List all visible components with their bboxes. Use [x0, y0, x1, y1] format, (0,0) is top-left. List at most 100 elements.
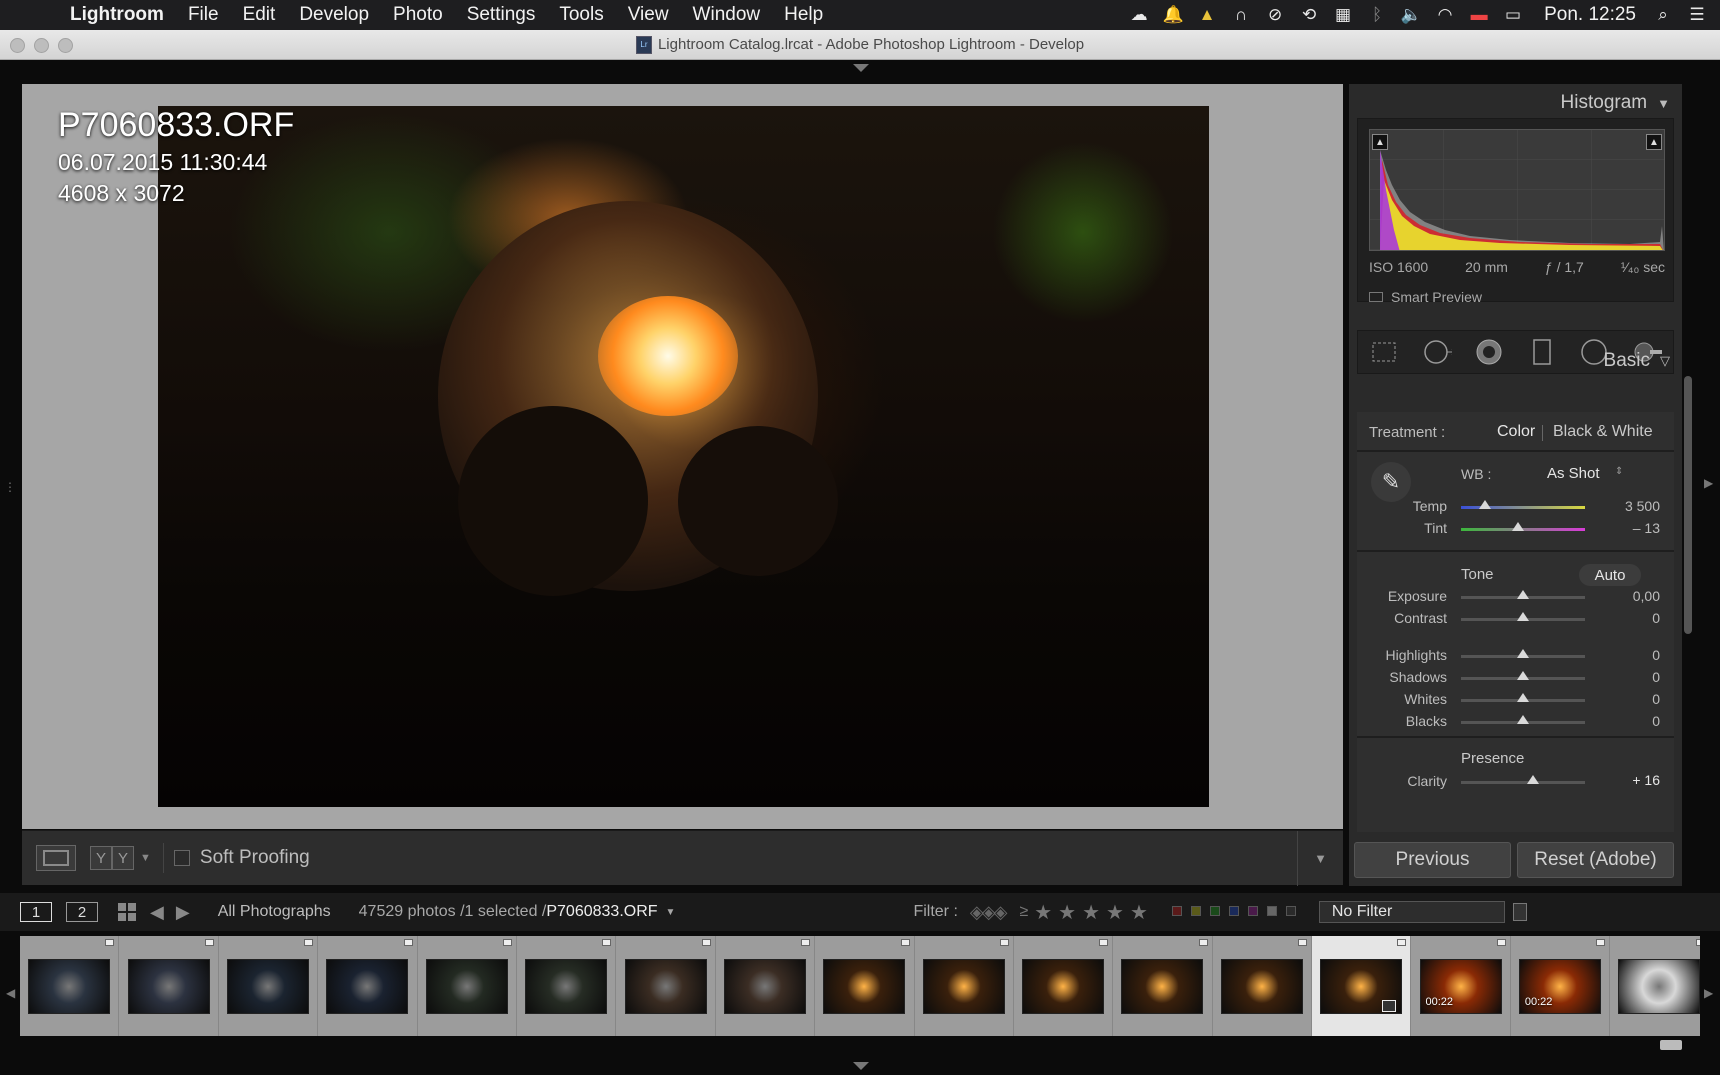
bell-yellow-icon[interactable]: ▲: [1196, 4, 1218, 26]
soft-proofing-label[interactable]: Soft Proofing: [200, 847, 310, 869]
treatment-color-button[interactable]: Color: [1497, 423, 1535, 441]
battery-icon[interactable]: ▭: [1502, 4, 1524, 26]
menu-settings[interactable]: Settings: [467, 4, 536, 26]
menu-help[interactable]: Help: [784, 4, 823, 26]
wifi-icon[interactable]: ◠: [1434, 4, 1456, 26]
wb-dropdown-chevron-icon[interactable]: ⇕: [1615, 466, 1623, 477]
rating-filter-stars[interactable]: ★★★★★: [1034, 900, 1154, 925]
shadows-slider-thumb[interactable]: [1517, 671, 1529, 680]
filmstrip[interactable]: 00:22 00:22: [20, 936, 1700, 1036]
filmstrip-thumbnail[interactable]: [417, 936, 517, 1036]
filmstrip-scroll-left-icon[interactable]: ◀: [6, 986, 15, 1000]
expand-left-panel-icon[interactable]: ⋮: [4, 480, 16, 494]
shadows-value[interactable]: 0: [1652, 669, 1660, 685]
menu-view[interactable]: View: [628, 4, 669, 26]
treatment-bw-button[interactable]: Black & White: [1553, 423, 1653, 441]
collapse-bottom-panel-icon[interactable]: [853, 1062, 869, 1070]
grid-view-icon[interactable]: [118, 903, 136, 921]
battery-meter-icon[interactable]: ▦: [1332, 4, 1354, 26]
expand-right-panel-icon[interactable]: ▶: [1704, 476, 1713, 490]
before-after-toggle[interactable]: Y Y: [90, 846, 134, 870]
menu-app-name[interactable]: Lightroom: [70, 4, 164, 26]
secondary-display-button[interactable]: 2: [66, 902, 98, 922]
filmstrip-thumbnail[interactable]: [1212, 936, 1313, 1036]
filmstrip-thumbnail[interactable]: [516, 936, 617, 1036]
thumbnail-flag-icon[interactable]: [900, 939, 910, 946]
time-machine-icon[interactable]: ⟲: [1298, 4, 1320, 26]
temp-value[interactable]: 3 500: [1625, 498, 1660, 514]
histogram-graph[interactable]: ▲ ▲: [1369, 129, 1665, 251]
wb-preset-dropdown[interactable]: As Shot: [1547, 465, 1600, 482]
clarity-value[interactable]: + 16: [1632, 772, 1660, 788]
filmstrip-thumbnail[interactable]: [1610, 936, 1700, 1036]
close-window-button[interactable]: [10, 38, 25, 53]
filmstrip-current-file[interactable]: P7060833.ORF: [546, 903, 657, 921]
primary-display-button[interactable]: 1: [20, 902, 52, 922]
notification-center-icon[interactable]: ☰: [1686, 4, 1708, 26]
forward-arrow-icon[interactable]: ▶: [176, 902, 190, 923]
spotlight-search-icon[interactable]: ⌕: [1652, 4, 1674, 26]
blacks-value[interactable]: 0: [1652, 713, 1660, 729]
back-arrow-icon[interactable]: ◀: [150, 902, 164, 923]
thumbnail-flag-icon[interactable]: [204, 939, 214, 946]
filmstrip-source-dropdown-icon[interactable]: ▼: [666, 907, 676, 918]
menu-tools[interactable]: Tools: [559, 4, 603, 26]
minimize-window-button[interactable]: [34, 38, 49, 53]
color-label-filters[interactable]: [1171, 903, 1305, 921]
filmstrip-scroll-thumb[interactable]: [1660, 1040, 1682, 1050]
collapse-top-panel-icon[interactable]: [853, 64, 869, 72]
shadow-clipping-icon[interactable]: ▲: [1372, 134, 1388, 150]
reset-button[interactable]: Reset (Adobe): [1517, 842, 1674, 878]
loupe-view[interactable]: P7060833.ORF 06.07.2015 11:30:44 4608 x …: [22, 84, 1343, 829]
whites-slider-thumb[interactable]: [1517, 693, 1529, 702]
right-panel-scrollbar[interactable]: [1684, 376, 1692, 634]
filter-preset-dropdown[interactable]: No Filter: [1318, 901, 1505, 923]
menu-edit[interactable]: Edit: [243, 4, 276, 26]
menu-develop[interactable]: Develop: [299, 4, 369, 26]
wb-eyedropper-icon[interactable]: ✎: [1371, 462, 1411, 502]
before-after-right-icon[interactable]: Y: [112, 846, 134, 870]
thumbnail-flag-icon[interactable]: [1496, 939, 1506, 946]
shadows-slider[interactable]: [1461, 671, 1585, 680]
creative-cloud-icon[interactable]: ☁: [1128, 4, 1150, 26]
exposure-slider-thumb[interactable]: [1517, 590, 1529, 599]
whites-value[interactable]: 0: [1652, 691, 1660, 707]
filmstrip-thumbnail[interactable]: [815, 936, 915, 1036]
temp-slider-thumb[interactable]: [1478, 500, 1491, 509]
thumbnail-flag-icon[interactable]: [105, 939, 115, 946]
filmstrip-thumbnail[interactable]: 00:22: [1411, 936, 1511, 1036]
contrast-value[interactable]: 0: [1652, 610, 1660, 626]
thumbnail-flag-icon[interactable]: [304, 939, 314, 946]
notification-bell-icon[interactable]: 🔔: [1162, 4, 1184, 26]
toolbar-options-dropdown-icon[interactable]: ▼: [1297, 831, 1343, 886]
highlight-clipping-icon[interactable]: ▲: [1646, 134, 1662, 150]
thumbnail-flag-icon[interactable]: [403, 939, 413, 946]
filmstrip-thumbnail[interactable]: [1113, 936, 1213, 1036]
filmstrip-thumbnail[interactable]: [218, 936, 319, 1036]
thumbnail-flag-icon[interactable]: [1695, 939, 1700, 946]
filter-lock-icon[interactable]: [1512, 903, 1527, 921]
thumbnail-flag-icon[interactable]: [1099, 939, 1109, 946]
before-after-dropdown-icon[interactable]: ▼: [140, 852, 151, 864]
tint-value[interactable]: – 13: [1633, 520, 1660, 536]
contrast-slider[interactable]: [1461, 612, 1585, 621]
smart-preview-status[interactable]: Smart Preview: [1369, 289, 1482, 305]
clarity-slider[interactable]: [1461, 775, 1585, 784]
blacks-slider[interactable]: [1461, 715, 1585, 724]
volume-icon[interactable]: 🔈: [1400, 4, 1422, 26]
loupe-view-button[interactable]: [36, 845, 76, 871]
before-after-left-icon[interactable]: Y: [90, 846, 112, 870]
menu-file[interactable]: File: [188, 4, 219, 26]
highlights-slider[interactable]: [1461, 649, 1585, 658]
rating-operator[interactable]: ≥: [1019, 903, 1028, 921]
thumbnail-flag-icon[interactable]: [1198, 939, 1208, 946]
temp-slider[interactable]: [1461, 500, 1585, 509]
thumbnail-flag-icon[interactable]: [701, 939, 711, 946]
whites-slider[interactable]: [1461, 693, 1585, 702]
thumbnail-flag-icon[interactable]: [1397, 939, 1407, 946]
clarity-slider-thumb[interactable]: [1526, 775, 1539, 784]
filmstrip-thumbnail[interactable]: 00:22: [1510, 936, 1611, 1036]
tone-auto-button[interactable]: Auto: [1579, 564, 1641, 586]
zoom-window-button[interactable]: [58, 38, 73, 53]
arch-icon[interactable]: ∩: [1230, 4, 1252, 26]
